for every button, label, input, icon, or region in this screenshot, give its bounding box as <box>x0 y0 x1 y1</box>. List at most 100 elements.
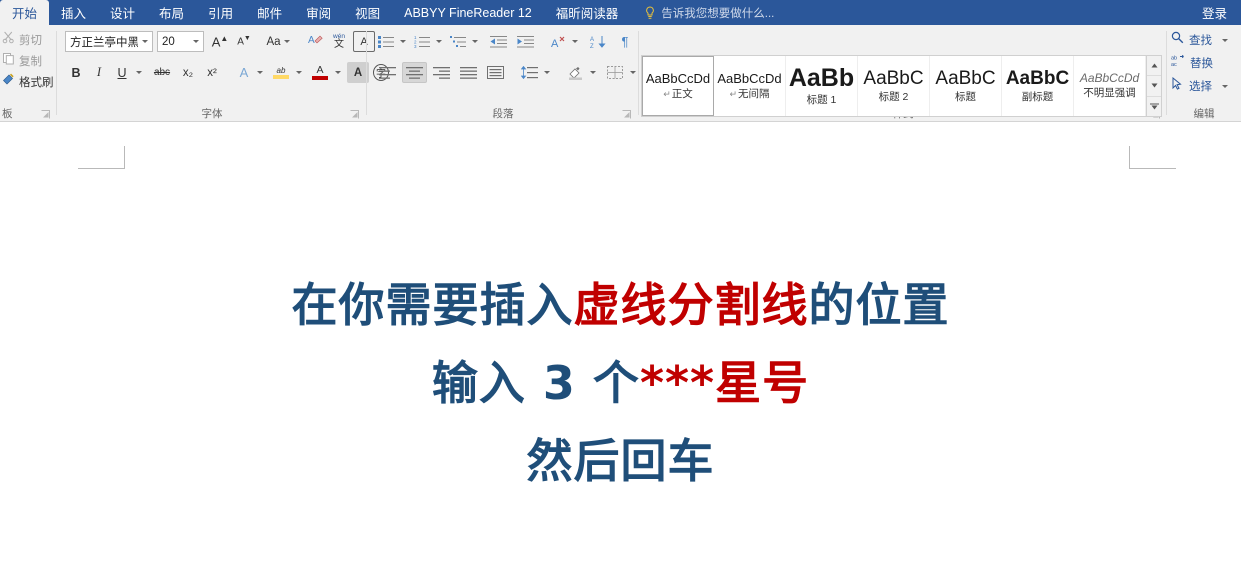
font-color-dropdown[interactable] <box>332 62 344 83</box>
style-preview: AaBbC <box>863 67 924 89</box>
strikethrough-button[interactable]: abc <box>149 62 175 83</box>
distribute-button[interactable] <box>483 62 508 83</box>
format-painter-button[interactable]: 格式刷 <box>2 72 54 91</box>
align-right-button[interactable] <box>429 62 454 83</box>
align-left-icon <box>379 66 396 79</box>
find-button[interactable]: 查找 <box>1171 30 1228 50</box>
decrease-indent-button[interactable] <box>486 31 511 52</box>
tab-home-label: 开始 <box>12 7 38 21</box>
multilevel-list-icon <box>450 36 466 47</box>
shading-dropdown[interactable] <box>587 62 598 83</box>
increase-indent-button[interactable] <box>513 31 538 52</box>
styles-gallery: AaBbCcDd ↵正文 AaBbCcDd ↵无间隔 AaBb 标题 1 AaB… <box>641 55 1162 117</box>
asian-layout-dropdown[interactable] <box>569 31 580 52</box>
svg-text:ac: ac <box>1171 62 1177 67</box>
text-effects-button[interactable]: A <box>233 62 255 83</box>
clipboard-dialog-launcher[interactable] <box>40 109 51 120</box>
font-size-combo[interactable]: 20 <box>157 31 204 52</box>
line3-segment-1: 然后回车 <box>526 434 715 488</box>
bullets-dropdown[interactable] <box>397 31 408 52</box>
underline-dropdown[interactable] <box>133 62 145 83</box>
line-spacing-button[interactable] <box>517 62 541 83</box>
sort-button[interactable]: AZ <box>586 31 610 52</box>
distribute-icon <box>487 66 504 79</box>
tab-mailings[interactable]: 邮件 <box>245 0 294 25</box>
font-name-combo[interactable]: 方正兰亭中黑 <box>65 31 153 52</box>
bold-button[interactable]: B <box>65 62 87 83</box>
cut-button[interactable]: 剪切 <box>2 30 42 49</box>
align-right-icon <box>433 66 450 79</box>
grow-font-button[interactable]: A▲ <box>209 31 231 52</box>
phonetic-guide-button[interactable]: wén 文 <box>328 31 350 52</box>
style-no-spacing[interactable]: AaBbCcDd ↵无间隔 <box>714 56 786 116</box>
change-case-button[interactable]: Aa <box>261 31 295 52</box>
highlight-color-swatch <box>273 74 289 79</box>
clear-formatting-button[interactable]: A <box>304 31 326 52</box>
align-center-button[interactable] <box>402 62 427 83</box>
style-subtle-emphasis[interactable]: AaBbCcDd 不明显强调 <box>1074 56 1146 116</box>
sort-icon: AZ <box>590 35 606 49</box>
tab-view[interactable]: 视图 <box>343 0 392 25</box>
grow-font-icon: A▲ <box>211 33 229 50</box>
tab-review[interactable]: 审阅 <box>294 0 343 25</box>
align-left-button[interactable] <box>375 62 400 83</box>
styles-more-button[interactable] <box>1147 97 1161 116</box>
tell-me-search[interactable]: 告诉我您想要做什么... <box>630 0 784 25</box>
font-size-value: 20 <box>162 35 175 48</box>
copy-button[interactable]: 复制 <box>2 51 42 70</box>
numbering-button[interactable]: 123 <box>411 31 433 52</box>
select-button[interactable]: 选择 <box>1171 76 1228 96</box>
style-title[interactable]: AaBbC 标题 <box>930 56 1002 116</box>
tab-abbyy-finereader[interactable]: ABBYY FineReader 12 <box>392 0 544 25</box>
underline-button[interactable]: U <box>111 62 133 83</box>
text-effects-dropdown[interactable] <box>254 62 266 83</box>
asian-layout-button[interactable]: A <box>545 31 569 52</box>
styles-gallery-scrollbar[interactable] <box>1146 56 1161 116</box>
replace-button[interactable]: ab ac 替换 <box>1171 53 1213 73</box>
bullets-button[interactable] <box>375 31 397 52</box>
show-formatting-marks-button[interactable]: ¶ <box>614 31 636 52</box>
text-highlight-dropdown[interactable] <box>293 62 305 83</box>
decrease-indent-icon <box>490 36 507 48</box>
document-line-1: 在你需要插入虚线分割线的位置 <box>0 282 1241 328</box>
format-painter-label: 格式刷 <box>19 76 54 89</box>
style-normal[interactable]: AaBbCcDd ↵正文 <box>642 56 714 116</box>
justify-button[interactable] <box>456 62 481 83</box>
styles-scroll-up-button[interactable] <box>1147 56 1161 77</box>
tab-layout[interactable]: 布局 <box>147 0 196 25</box>
select-label: 选择 <box>1189 81 1212 93</box>
font-color-button[interactable]: A <box>308 62 332 83</box>
subscript-icon: x₂ <box>182 66 194 79</box>
superscript-button[interactable]: x² <box>201 62 223 83</box>
subscript-button[interactable]: x₂ <box>177 62 199 83</box>
sign-in-button[interactable]: 登录 <box>1188 0 1241 25</box>
paragraph-dialog-launcher[interactable] <box>621 109 632 120</box>
style-heading-1[interactable]: AaBb 标题 1 <box>786 56 858 116</box>
styles-scroll-down-button[interactable] <box>1147 76 1161 97</box>
bold-icon: B <box>71 65 81 80</box>
tab-references[interactable]: 引用 <box>196 0 245 25</box>
font-dialog-launcher[interactable] <box>349 109 360 120</box>
document-page[interactable]: 在你需要插入虚线分割线的位置 输入 3 个***星号 然后回车 <box>0 122 1241 568</box>
document-scroll-area[interactable]: 在你需要插入虚线分割线的位置 输入 3 个***星号 然后回车 <box>0 122 1241 568</box>
multilevel-list-dropdown[interactable] <box>469 31 480 52</box>
group-editing: 查找 ab ac 替换 选择 编辑 <box>1167 25 1241 122</box>
style-heading-2[interactable]: AaBbC 标题 2 <box>858 56 930 116</box>
multilevel-list-button[interactable] <box>447 31 469 52</box>
borders-button[interactable] <box>603 62 627 83</box>
shading-button[interactable] <box>563 62 587 83</box>
style-subtitle[interactable]: AaBbC 副标题 <box>1002 56 1074 116</box>
borders-dropdown[interactable] <box>627 62 638 83</box>
italic-button[interactable]: I <box>88 62 110 83</box>
tab-insert[interactable]: 插入 <box>49 0 98 25</box>
increase-indent-icon <box>517 36 534 48</box>
svg-text:Z: Z <box>590 44 594 49</box>
tab-design[interactable]: 设计 <box>98 0 147 25</box>
tab-foxit-reader[interactable]: 福昕阅读器 <box>544 0 631 25</box>
tab-home[interactable]: 开始 <box>0 0 50 25</box>
text-highlight-button[interactable]: ab <box>269 62 293 83</box>
shrink-font-button[interactable]: A▼ <box>233 31 255 52</box>
font-color-icon: A <box>316 64 324 77</box>
numbering-dropdown[interactable] <box>433 31 444 52</box>
line-spacing-dropdown[interactable] <box>541 62 552 83</box>
